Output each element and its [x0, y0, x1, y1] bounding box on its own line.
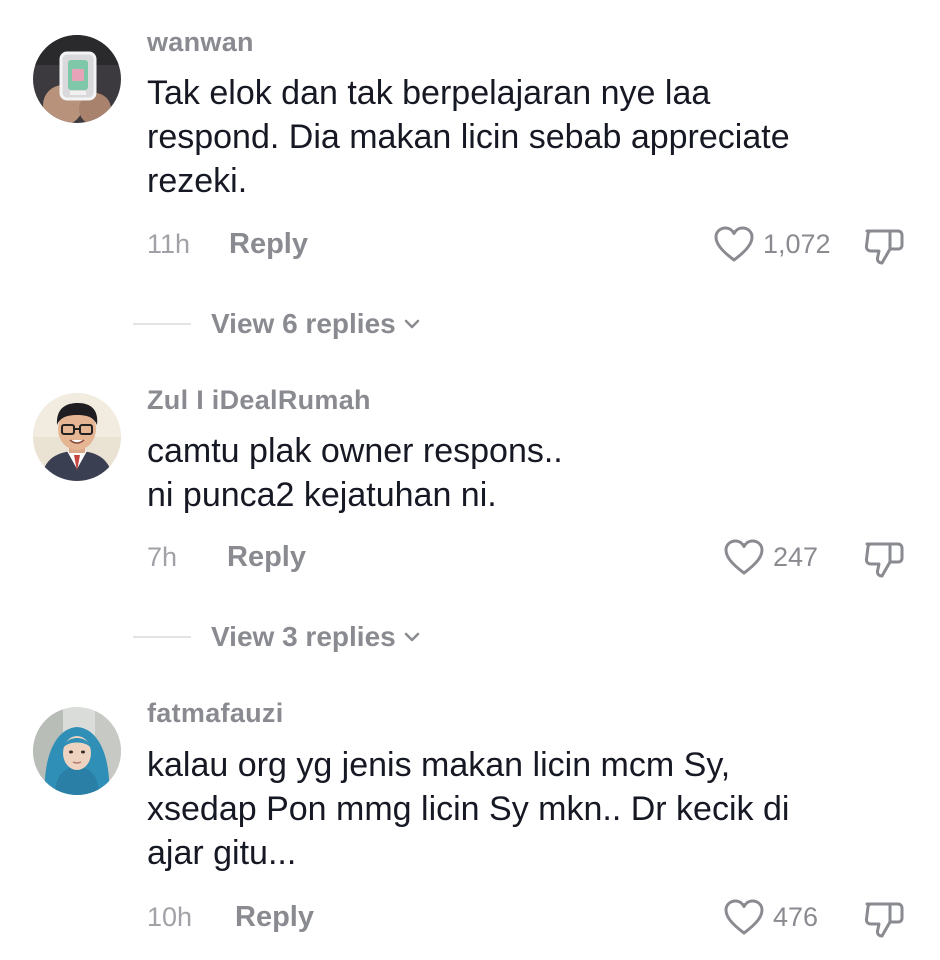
comment-text-line: xsedap Pon mmg licin Sy mkn.. Dr kecik d… — [147, 790, 790, 828]
comment-text-line: ajar gitu... — [147, 834, 297, 872]
comment-meta: 11h Reply 1,072 — [147, 224, 917, 265]
reply-button[interactable]: Reply — [227, 537, 306, 577]
comment-text-line: ni punca2 kejatuhan ni. — [147, 476, 497, 514]
like-button[interactable]: 1,072 — [713, 224, 831, 264]
heart-outline-icon — [724, 539, 764, 575]
avatar[interactable] — [33, 35, 121, 123]
view-replies-label: View 6 replies — [211, 308, 396, 339]
dislike-button[interactable] — [863, 539, 907, 584]
comment-text: camtu plak owner respons.. ni punca2 kej… — [147, 429, 907, 517]
view-replies-row: View 3 replies — [133, 617, 422, 657]
comment-text-line: respond. Dia makan licin sebab appreciat… — [147, 118, 790, 156]
avatar[interactable] — [33, 393, 121, 481]
comment-text-line: kalau org yg jenis makan licin mcm Sy, — [147, 746, 731, 784]
like-count: 247 — [773, 542, 819, 572]
chevron-down-icon — [404, 632, 419, 642]
avatar-image — [33, 35, 121, 123]
divider — [133, 323, 191, 325]
comment-username[interactable]: fatmafauzi — [147, 698, 284, 729]
comment-timestamp: 10h — [147, 902, 193, 932]
view-replies-row: View 6 replies — [133, 304, 422, 344]
reply-button[interactable]: Reply — [229, 224, 308, 264]
thumbs-down-outline-icon — [864, 229, 904, 265]
chevron-down-icon — [404, 319, 419, 329]
comment-timestamp: 11h — [147, 229, 191, 259]
dislike-button[interactable] — [863, 899, 907, 944]
comment-meta: 10h Reply 476 — [147, 897, 917, 938]
like-button[interactable]: 247 — [723, 537, 818, 577]
comment-text-line: Tak elok dan tak berpelajaran nye laa — [147, 74, 711, 112]
avatar[interactable] — [33, 707, 121, 795]
comment-text-line: camtu plak owner respons.. — [147, 432, 563, 470]
reply-button[interactable]: Reply — [235, 897, 314, 937]
divider — [133, 636, 191, 638]
heart-outline-icon — [724, 899, 764, 935]
like-count: 476 — [773, 902, 819, 932]
like-button[interactable]: 476 — [723, 897, 818, 937]
comment-timestamp: 7h — [147, 542, 178, 572]
heart-outline-icon — [714, 226, 754, 262]
dislike-button[interactable] — [863, 226, 907, 271]
like-count: 1,072 — [763, 229, 831, 259]
comment-text-line: rezeki. — [147, 162, 248, 200]
avatar-image — [33, 393, 121, 481]
view-replies-label: View 3 replies — [211, 621, 396, 652]
comment-username[interactable]: Zul I iDealRumah — [147, 385, 371, 416]
thumbs-down-outline-icon — [864, 902, 904, 938]
comment-text: kalau org yg jenis makan licin mcm Sy, x… — [147, 743, 907, 875]
comment-username[interactable]: wanwan — [147, 27, 254, 58]
thumbs-down-outline-icon — [864, 542, 904, 578]
view-replies-button[interactable]: View 3 replies — [211, 621, 422, 653]
avatar-image — [33, 707, 121, 795]
comment-text: Tak elok dan tak berpelajaran nye laa re… — [147, 71, 907, 203]
view-replies-button[interactable]: View 6 replies — [211, 308, 422, 340]
comment-meta: 7h Reply 247 — [147, 537, 917, 578]
